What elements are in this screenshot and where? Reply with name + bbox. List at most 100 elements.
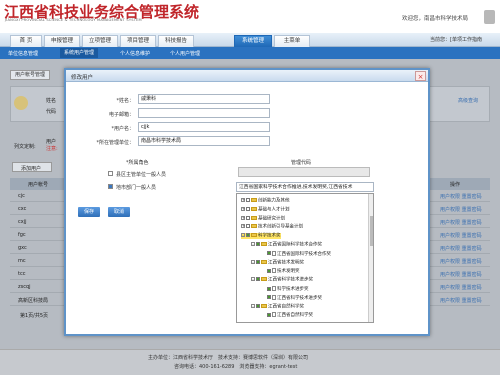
tree-node[interactable]: - 江西省科学技术进步奖 (251, 277, 313, 283)
row-actions[interactable]: 用户权限 重置密码 (440, 284, 482, 291)
tree-node-checkbox[interactable] (256, 277, 260, 282)
row-account: cxjj (18, 219, 27, 225)
code-select[interactable]: 江西省国家科学技术合作推进,技术发明奖,江西省技术 (236, 182, 374, 192)
collapse-icon[interactable]: - (251, 303, 255, 308)
row-actions[interactable]: 用户权限 重置密码 (440, 271, 482, 278)
add-user-button[interactable]: 添加用户 (12, 162, 52, 172)
advanced-search-link[interactable]: 高级查询 (458, 97, 478, 104)
code-tree[interactable]: + 创新能力及其他 + 基础与人才计划 + 基础研究计划 + 技术创新引导基金计划 - 科学技术奖… (236, 193, 374, 323)
tree-node[interactable]: + 创新能力及其他 (241, 198, 290, 204)
row-account: tcc (18, 271, 26, 277)
tree-node[interactable]: 江西省国际科学技术合作奖 (261, 250, 331, 257)
tree-node[interactable]: + 基础与人才计划 (241, 206, 290, 213)
tab-user-accounts[interactable]: 用户帐号管理 (10, 70, 51, 80)
collapse-icon[interactable]: - (251, 242, 255, 246)
app-subtitle: JIANGXI PROVINCIAL SCIENCE & TECHNOLOGY … (5, 18, 142, 22)
app-header: 江西省科技业务综合管理系统 JIANGXI PROVINCIAL SCIENCE… (0, 0, 500, 33)
row-actions[interactable]: 用户权限 重置密码 (440, 219, 482, 226)
add-user-label: 添加用户 (21, 166, 42, 172)
tree-node-label: 江西省科学技术进步奖 (277, 295, 322, 301)
row-actions[interactable]: 用户权限 重置密码 (440, 206, 482, 213)
tree-node[interactable]: 技术发明奖 (261, 268, 300, 274)
tree-node[interactable]: - 江西省国际科学技术合作奖 (251, 242, 322, 248)
folder-icon (251, 224, 257, 229)
subnav-profile[interactable]: 个人信息维护 (120, 50, 150, 57)
code-display (238, 167, 370, 177)
footer: 主办单位：江西省科学技术厅 技术支持：赛博思软件（深圳）有限公司 咨询电话：40… (0, 349, 500, 375)
row-actions[interactable]: 用户权限 重置密码 (440, 245, 482, 252)
note-label: 注意: (46, 146, 58, 152)
tab-main-menu[interactable]: 主菜单 (274, 35, 310, 47)
code-select-value: 江西省国家科学技术合作推进,技术发明奖,江西省技术 (239, 185, 353, 190)
row-actions[interactable]: 用户权限 重置密码 (440, 258, 482, 265)
tree-node-checkbox[interactable] (256, 242, 260, 246)
avatar[interactable] (484, 10, 495, 24)
code-header: 管理代码 (291, 160, 312, 166)
tab-report[interactable]: 科技报告 (158, 35, 194, 47)
tree-node[interactable]: - 江西省自然科学奖 (251, 303, 304, 310)
tree-scroll-thumb[interactable] (370, 216, 373, 246)
tree-node-checkbox[interactable] (246, 198, 250, 202)
subnav-personal-users[interactable]: 个人用户管理 (170, 50, 200, 57)
tree-node-checkbox[interactable] (256, 259, 260, 264)
expand-icon[interactable]: + (241, 198, 245, 202)
column-user-option[interactable]: 用户 (46, 138, 56, 145)
row-account: cjc (18, 193, 25, 199)
file-icon (272, 286, 276, 291)
tree-node[interactable]: 江西省科学技术进步奖 (261, 294, 322, 301)
role-header: *所属角色 (126, 160, 149, 166)
name-field[interactable]: 戚秉科 (138, 94, 270, 104)
tree-node-label: 江西省自然科学奖 (277, 313, 313, 319)
tab-home[interactable]: 首 页 (10, 35, 42, 47)
tab-system[interactable]: 系统管理 (234, 35, 272, 47)
collapse-icon[interactable]: - (251, 259, 255, 264)
row-account: zscqj (18, 284, 31, 290)
row-actions[interactable]: 用户权限 重置密码 (440, 297, 482, 304)
role1-label: 县区主管单位一般人员 (116, 172, 167, 178)
tree-node-checkbox[interactable] (267, 268, 271, 273)
role2-checkbox[interactable] (108, 184, 113, 189)
tree-node-checkbox[interactable] (246, 215, 250, 220)
footer-line1: 主办单位：江西省科学技术厅 技术支持：赛博思软件（深圳）有限公司 (148, 355, 309, 361)
tab-approval[interactable]: 立项管理 (82, 35, 118, 47)
dialog-title: 修改用户 (71, 75, 94, 81)
tree-node[interactable]: + 基础研究计划 (241, 215, 285, 222)
tree-node-checkbox[interactable] (267, 295, 271, 300)
tab-application[interactable]: 申报管理 (44, 35, 80, 47)
tab-project[interactable]: 项目管理 (120, 35, 156, 47)
tree-node-checkbox[interactable] (267, 286, 271, 291)
expand-icon[interactable]: + (241, 215, 245, 220)
tree-node[interactable]: 江西省自然科学奖 (261, 312, 313, 318)
expand-icon[interactable]: + (241, 224, 245, 229)
row-account: fgc (18, 232, 26, 238)
tree-node-label: 创新能力及其他 (258, 198, 290, 204)
tree-node-checkbox[interactable] (246, 224, 250, 229)
subnav-user-mgmt[interactable]: 系统用户管理 (60, 48, 99, 58)
tree-node[interactable]: + 技术创新引导基金计划 (241, 224, 303, 230)
row-actions[interactable]: 用户权限 重置密码 (440, 193, 482, 200)
email-field[interactable] (138, 108, 270, 118)
role1-checkbox[interactable] (108, 171, 113, 176)
collapse-icon[interactable]: - (251, 277, 255, 282)
tree-node[interactable]: - 江西省技术发明奖 (251, 259, 304, 266)
tree-node-checkbox[interactable] (246, 206, 250, 211)
subnav-org-info[interactable]: 单位信息管理 (8, 50, 38, 57)
expand-icon[interactable]: + (241, 206, 245, 211)
tree-node[interactable]: 科学技术进步奖 (261, 286, 309, 292)
close-icon[interactable]: × (415, 71, 426, 81)
col-action: 操作 (450, 182, 461, 188)
file-icon (272, 250, 276, 256)
username-field[interactable]: cjjk (138, 122, 270, 132)
tree-node[interactable]: - 科学技术奖 (241, 233, 281, 240)
save-button[interactable]: 保存 (78, 207, 100, 217)
cancel-button[interactable]: 取消 (108, 207, 130, 217)
tree-node-checkbox[interactable] (246, 233, 250, 238)
tree-node-checkbox[interactable] (267, 312, 271, 317)
tree-node-checkbox[interactable] (267, 251, 271, 256)
tree-scrollbar[interactable] (368, 194, 373, 322)
tree-node-checkbox[interactable] (256, 303, 260, 308)
name-field-label: *姓名： (116, 98, 134, 104)
row-actions[interactable]: 用户权限 重置密码 (440, 232, 482, 239)
dept-field[interactable]: 南昌市科学技术局 (138, 136, 270, 146)
collapse-icon[interactable]: - (241, 233, 245, 238)
